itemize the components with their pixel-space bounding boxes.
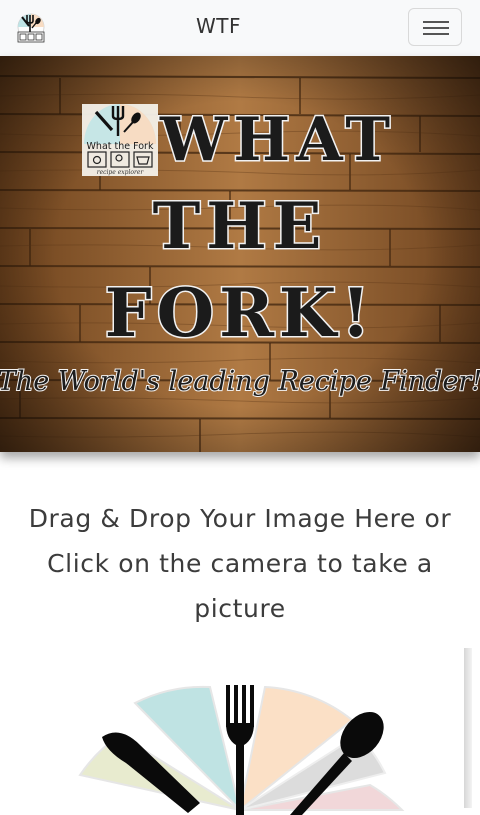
hero-title-line-1: WHAT — [159, 105, 396, 175]
hero-logo-subtitle: recipe explorer — [97, 169, 145, 176]
brand-logo-icon[interactable] — [14, 12, 48, 44]
hero-banner: What the Fork recipe explorer WHAT THE F… — [0, 56, 480, 452]
hero-title-line-3: FORK! — [105, 274, 376, 352]
hero-logo-title: What the Fork — [87, 141, 154, 152]
hero-tagline: The World's leading Recipe Finder! — [0, 366, 480, 397]
brand-text[interactable]: WTF — [196, 14, 241, 38]
upload-prompt: Drag & Drop Your Image Here or Click on … — [28, 504, 452, 623]
navbar-toggler-button[interactable] — [408, 8, 462, 46]
what-the-fork-logo: What the Fork recipe explorer — [82, 104, 158, 176]
navbar: WTF — [0, 0, 480, 56]
hero-title-line-2: THE — [153, 189, 328, 264]
plate-with-cutlery-icon[interactable] — [40, 675, 440, 815]
camera-card-edge — [464, 648, 472, 808]
hero-banner-art: What the Fork recipe explorer WHAT THE F… — [0, 56, 480, 452]
